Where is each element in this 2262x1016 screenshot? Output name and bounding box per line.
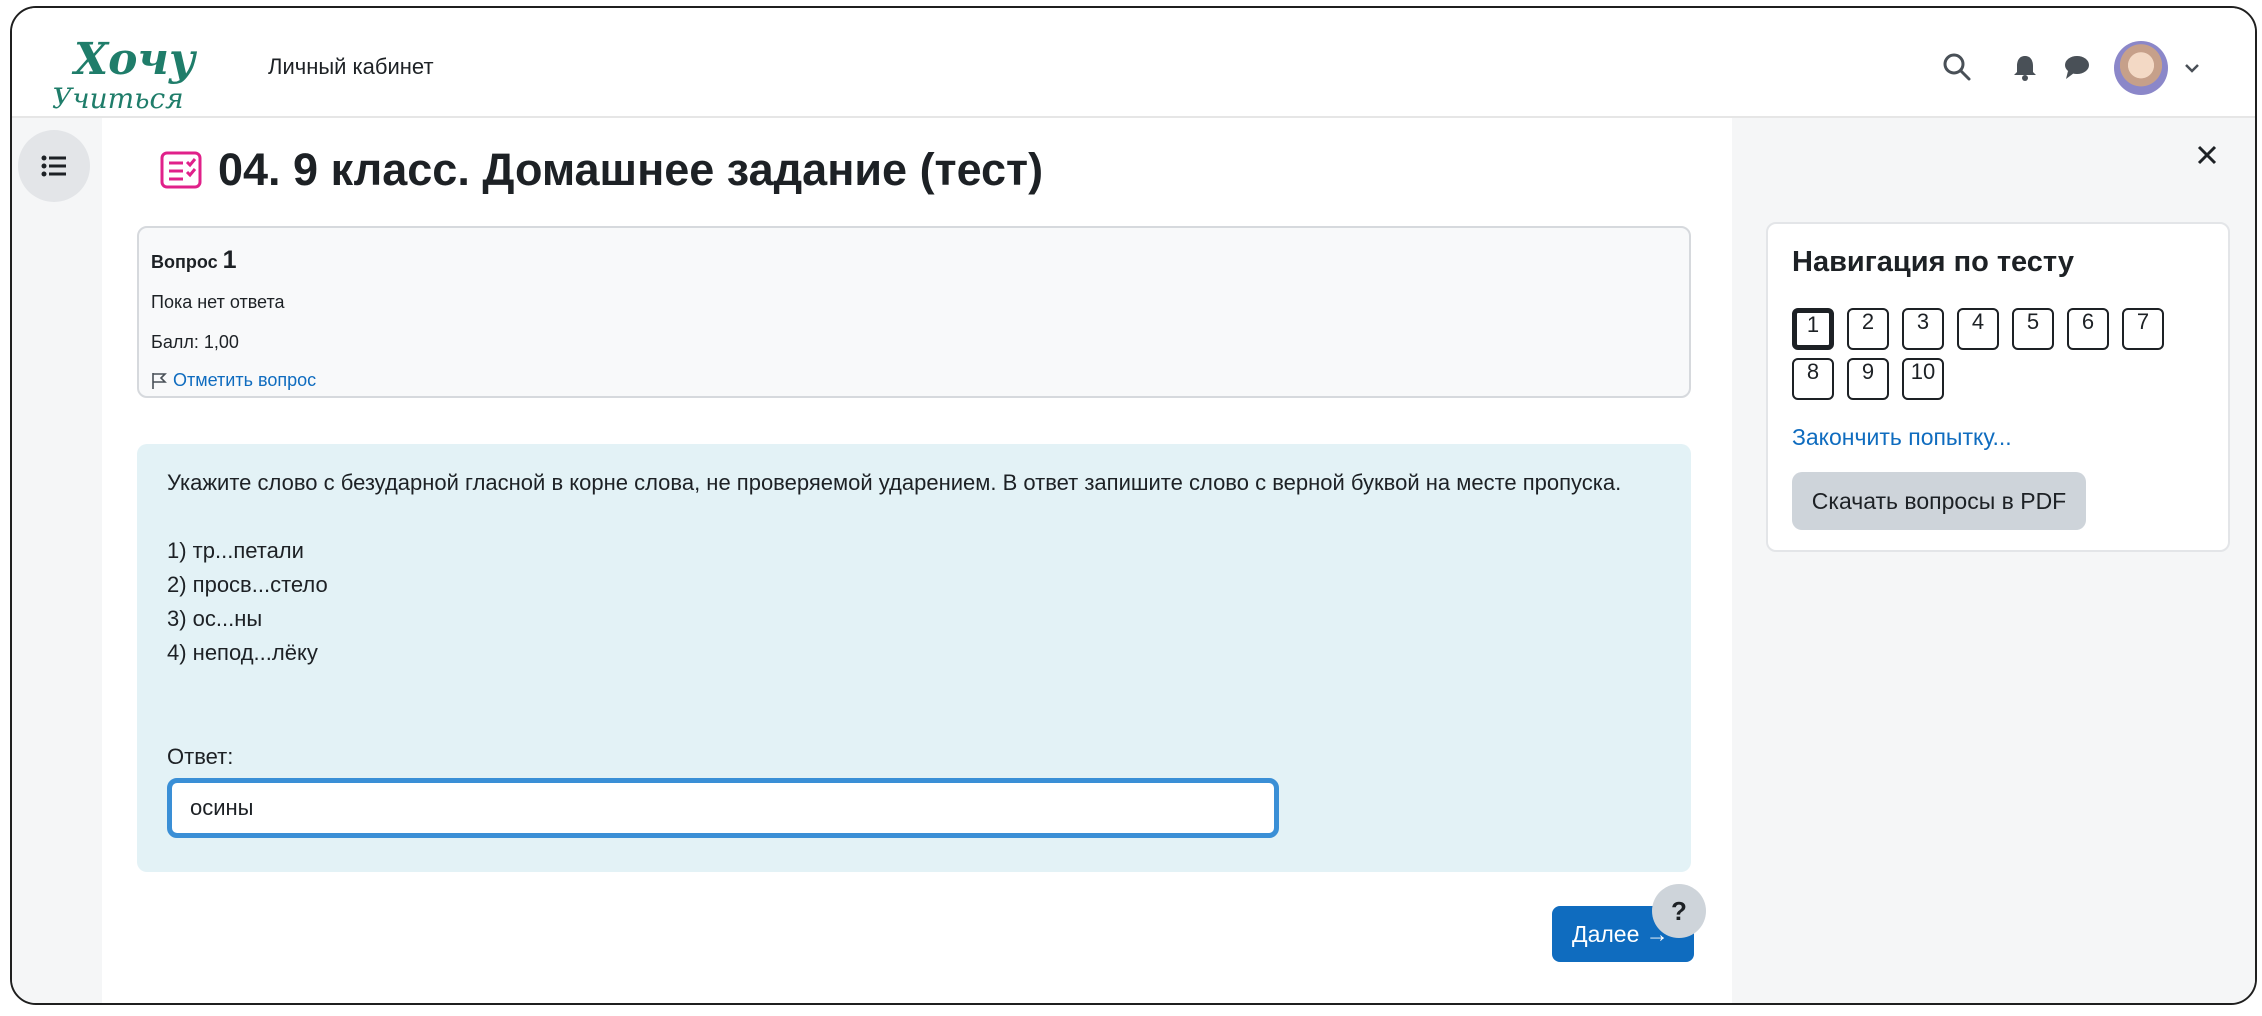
quiz-navigation-title: Навигация по тесту [1792, 246, 2074, 278]
nav-question-1[interactable]: 1 [1792, 308, 1834, 350]
question-label: Вопрос [151, 252, 218, 272]
chevron-down-icon[interactable] [2184, 62, 2200, 74]
nav-question-7[interactable]: 7 [2122, 308, 2164, 350]
nav-question-3[interactable]: 3 [1902, 308, 1944, 350]
option-4: 4) непод...лёку [167, 640, 318, 665]
top-navbar: Хочу Учиться Личный кабинет [12, 8, 2255, 118]
nav-question-4[interactable]: 4 [1957, 308, 1999, 350]
option-1: 1) тр...петали [167, 538, 304, 563]
bell-icon[interactable] [2010, 52, 2040, 82]
nav-question-2[interactable]: 2 [1847, 308, 1889, 350]
question-text: Укажите слово с безударной гласной в кор… [167, 466, 1637, 670]
page-title: 04. 9 класс. Домашнее задание (тест) [218, 144, 1044, 195]
finish-attempt-link[interactable]: Закончить попытку... [1792, 424, 2012, 451]
download-pdf-button[interactable]: Скачать вопросы в PDF [1792, 472, 2086, 530]
close-icon[interactable] [2194, 142, 2220, 168]
answer-input[interactable] [167, 778, 1279, 838]
nav-title-link[interactable]: Личный кабинет [268, 54, 434, 80]
list-icon [41, 155, 66, 177]
question-formulation: Укажите слово с безударной гласной в кор… [137, 444, 1691, 872]
site-logo[interactable]: Хочу Учиться [48, 24, 228, 114]
logo-text-bottom: Учиться [52, 82, 184, 114]
left-drawer-strip [12, 118, 102, 1003]
logo-text-top: Хочу [71, 34, 198, 85]
nav-question-8[interactable]: 8 [1792, 358, 1834, 400]
right-drawer: Навигация по тесту 1 2 3 4 5 6 7 8 9 10 … [1732, 118, 2255, 1003]
nav-question-6[interactable]: 6 [2067, 308, 2109, 350]
flag-question-link[interactable]: Отметить вопрос [151, 370, 316, 391]
question-grade: Балл: 1,00 [151, 332, 239, 352]
course-index-toggle[interactable] [18, 130, 90, 202]
option-3: 3) ос...ны [167, 606, 263, 631]
nav-question-5[interactable]: 5 [2012, 308, 2054, 350]
question-number-value: 1 [222, 246, 237, 274]
nav-question-10[interactable]: 10 [1902, 358, 1944, 400]
flag-question-label[interactable]: Отметить вопрос [173, 370, 316, 391]
chat-icon[interactable] [2062, 52, 2092, 82]
question-info-box: Вопрос 1 Пока нет ответа Балл: 1,00 Отме… [137, 226, 1691, 398]
search-icon[interactable] [1942, 52, 1972, 82]
question-prompt: Укажите слово с безударной гласной в кор… [167, 470, 1622, 495]
app-window: Хочу Учиться Личный кабинет 04. 9 класс.… [10, 6, 2257, 1005]
nav-question-9[interactable]: 9 [1847, 358, 1889, 400]
option-2: 2) просв...стело [167, 572, 328, 597]
quiz-icon [160, 151, 202, 189]
avatar[interactable] [2114, 41, 2168, 95]
question-state: Пока нет ответа [151, 292, 285, 312]
answer-label: Ответ: [167, 744, 234, 769]
help-button[interactable]: ? [1652, 884, 1706, 938]
quiz-navigation-block: Навигация по тесту 1 2 3 4 5 6 7 8 9 10 … [1766, 222, 2230, 552]
question-number: Вопрос 1 [151, 246, 237, 275]
flag-icon [152, 372, 167, 389]
